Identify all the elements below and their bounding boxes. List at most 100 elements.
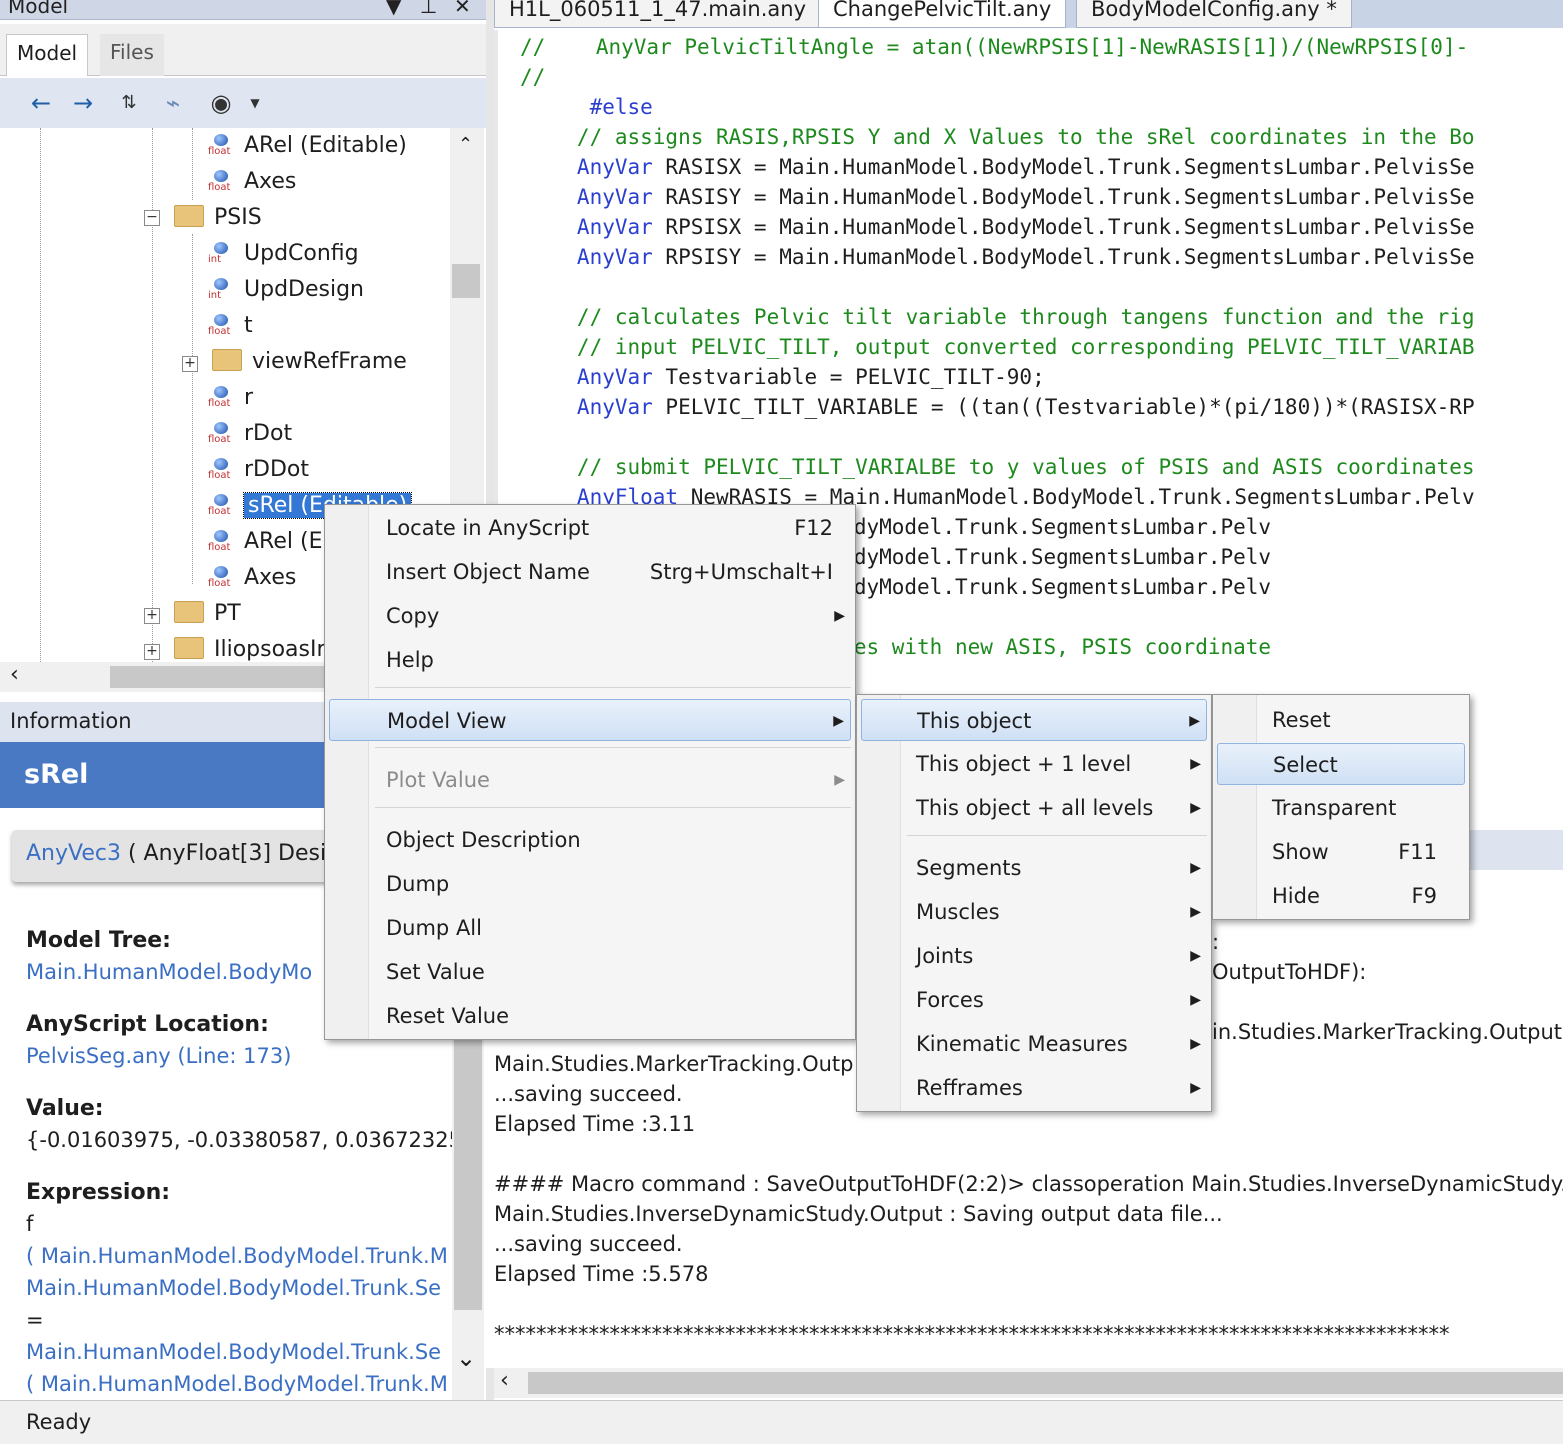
tree-item[interactable]: float ARel (E (206, 524, 322, 560)
expand-toggle[interactable]: + (144, 608, 160, 624)
submenu-arrow-icon: ▶ (1190, 800, 1201, 816)
menu-item-insert-object-name[interactable]: Insert Object Name Strg+Umschalt+I (329, 551, 851, 593)
expression-line[interactable]: Main.HumanModel.BodyModel.Trunk.Se (26, 1340, 441, 1364)
code-line: // (520, 65, 546, 89)
editor-tabs: H1L_060511_1_47.main.any ChangePelvicTil… (494, 0, 1563, 28)
tab-files-label: Files (110, 40, 154, 64)
menu-item-dump[interactable]: Dump (329, 863, 851, 905)
int-icon: int (206, 240, 234, 268)
tree-guide (192, 234, 193, 584)
tab-model[interactable]: Model (6, 34, 89, 76)
menu-item-reset-value[interactable]: Reset Value (329, 995, 851, 1037)
code-line: // input PELVIC_TILT, output converted c… (576, 335, 1475, 359)
tree-item[interactable]: float ARel (Editable) (206, 128, 407, 164)
submenu-arrow-icon: ▶ (834, 608, 845, 624)
pin-icon[interactable]: ⊥ (420, 0, 437, 18)
menu-separator (907, 835, 1207, 836)
menu-item-plot-value[interactable]: Plot Value ▶ (329, 759, 851, 801)
dropdown-arrow-icon[interactable]: ▼ (386, 0, 401, 18)
tree-item[interactable]: float r (206, 380, 253, 416)
menu-item-muscles[interactable]: Muscles ▶ (861, 891, 1207, 933)
menu-item-joints[interactable]: Joints ▶ (861, 935, 1207, 977)
tree-folder-psis[interactable]: PSIS (174, 200, 262, 236)
close-icon[interactable]: ✕ (454, 0, 471, 18)
menu-item-kinematic-measures[interactable]: Kinematic Measures ▶ (861, 1023, 1207, 1065)
menu-item-reset[interactable]: Reset (1217, 699, 1465, 741)
menu-item-refframes[interactable]: Refframes ▶ (861, 1067, 1207, 1109)
tree-item[interactable]: float rDot (206, 416, 292, 452)
tree-item[interactable]: float Axes (206, 560, 296, 596)
tree-item[interactable]: float t (206, 308, 253, 344)
chart-icon[interactable]: ⌁ (156, 86, 190, 120)
menu-item-hide[interactable]: Hide F9 (1217, 875, 1465, 917)
model-view-submenu: This object ▶ This object + 1 level ▶ This o… (856, 694, 1212, 1112)
scroll-up-icon[interactable]: ⌃ (458, 134, 473, 155)
collapse-toggle[interactable]: − (144, 210, 160, 226)
submenu-arrow-icon: ▶ (1190, 860, 1201, 876)
code-line: // submit PELVIC_TILT_VARIALBE to y valu… (576, 455, 1475, 479)
menu-item-select[interactable]: Select (1217, 743, 1465, 785)
anyscript-location-link[interactable]: PelvisSeg.any (Line: 173) (26, 1044, 291, 1068)
output-line: Elapsed Time :5.578 (494, 1262, 709, 1286)
submenu-arrow-icon: ▶ (1190, 904, 1201, 920)
status-text: Ready (26, 1410, 92, 1434)
scrollbar-thumb[interactable] (452, 264, 480, 298)
tree-folder-iliopsoas[interactable]: IliopsoasIr (174, 632, 326, 662)
tree-item[interactable]: int UpdDesign (206, 272, 364, 308)
model-tree-label: Model Tree: (26, 928, 171, 953)
menu-item-dump-all[interactable]: Dump All (329, 907, 851, 949)
tab-main-any[interactable]: H1L_060511_1_47.main.any (494, 0, 822, 28)
menu-item-locate-in-anyscript[interactable]: Locate in AnyScript F12 (329, 507, 851, 549)
scroll-left-icon[interactable]: ‹ (500, 1368, 509, 1393)
menu-separator (375, 687, 851, 688)
tab-bodymodelconfig[interactable]: BodyModelConfig.any * (1076, 0, 1352, 28)
value-label: Value: (26, 1096, 104, 1121)
menu-item-model-view[interactable]: Model View ▶ (329, 699, 851, 741)
expression-line[interactable]: Main.HumanModel.BodyModel.Trunk.Se (26, 1276, 441, 1300)
menu-item-show[interactable]: Show F11 (1217, 831, 1465, 873)
code-line: AnyVar RASISY = Main.HumanModel.BodyMode… (576, 185, 1475, 209)
menu-item-this-object[interactable]: This object ▶ (861, 699, 1207, 741)
menu-item-copy[interactable]: Copy ▶ (329, 595, 851, 637)
sort-az-icon[interactable]: ⇅ (112, 86, 146, 120)
scrollbar-thumb[interactable] (528, 1372, 1563, 1394)
expression-line[interactable]: ( Main.HumanModel.BodyModel.Trunk.M (26, 1372, 448, 1396)
scroll-left-icon[interactable]: ‹ (10, 662, 19, 687)
menu-item-help[interactable]: Help (329, 639, 851, 681)
type-text: ( AnyFloat[3] Desig (120, 841, 341, 866)
menu-item-forces[interactable]: Forces ▶ (861, 979, 1207, 1021)
submenu-arrow-icon: ▶ (1190, 948, 1201, 964)
menu-item-this-object-1-level[interactable]: This object + 1 level ▶ (861, 743, 1207, 785)
menu-item-object-description[interactable]: Object Description (329, 819, 851, 861)
tree-folder-pt[interactable]: PT (174, 596, 241, 632)
expression-line[interactable]: ( Main.HumanModel.BodyModel.Trunk.M (26, 1244, 448, 1268)
expand-toggle[interactable]: + (182, 356, 198, 372)
menu-item-set-value[interactable]: Set Value (329, 951, 851, 993)
output-horizontal-scrollbar[interactable]: ‹ (494, 1368, 1563, 1398)
scrollbar-thumb[interactable] (110, 666, 340, 688)
eye-icon[interactable]: ◉ (204, 86, 238, 120)
menu-item-transparent[interactable]: Transparent (1217, 787, 1465, 829)
tree-item[interactable]: int UpdConfig (206, 236, 359, 272)
model-tree-link[interactable]: Main.HumanModel.BodyMo (26, 960, 312, 984)
menu-item-segments[interactable]: Segments ▶ (861, 847, 1207, 889)
expand-toggle[interactable]: + (144, 644, 160, 660)
forward-arrow-icon[interactable]: → (66, 86, 100, 120)
back-arrow-icon[interactable]: ← (24, 86, 58, 120)
tree-folder-viewrefframe[interactable]: viewRefFrame (212, 344, 407, 380)
scroll-down-icon[interactable]: ⌄ (456, 1344, 476, 1372)
folder-icon (174, 601, 204, 623)
chevron-down-icon[interactable]: ▼ (238, 86, 272, 120)
type-link[interactable]: AnyVec3 (26, 841, 121, 866)
menu-item-this-object-all-levels[interactable]: This object + all levels ▶ (861, 787, 1207, 829)
tab-changepelvictilt[interactable]: ChangePelvicTilt.any (818, 0, 1067, 28)
expression-label: Expression: (26, 1180, 171, 1205)
tree-guide (192, 128, 193, 200)
tab-files[interactable]: Files (100, 34, 164, 76)
code-line: #else (589, 95, 653, 119)
tree-item[interactable]: float Axes (206, 164, 296, 200)
output-line: ...saving succeed. (494, 1232, 683, 1256)
code-line: AnyVar Testvariable = PELVIC_TILT-90; (576, 365, 1045, 389)
tree-item[interactable]: float rDDot (206, 452, 309, 488)
float-icon: float (206, 384, 234, 412)
